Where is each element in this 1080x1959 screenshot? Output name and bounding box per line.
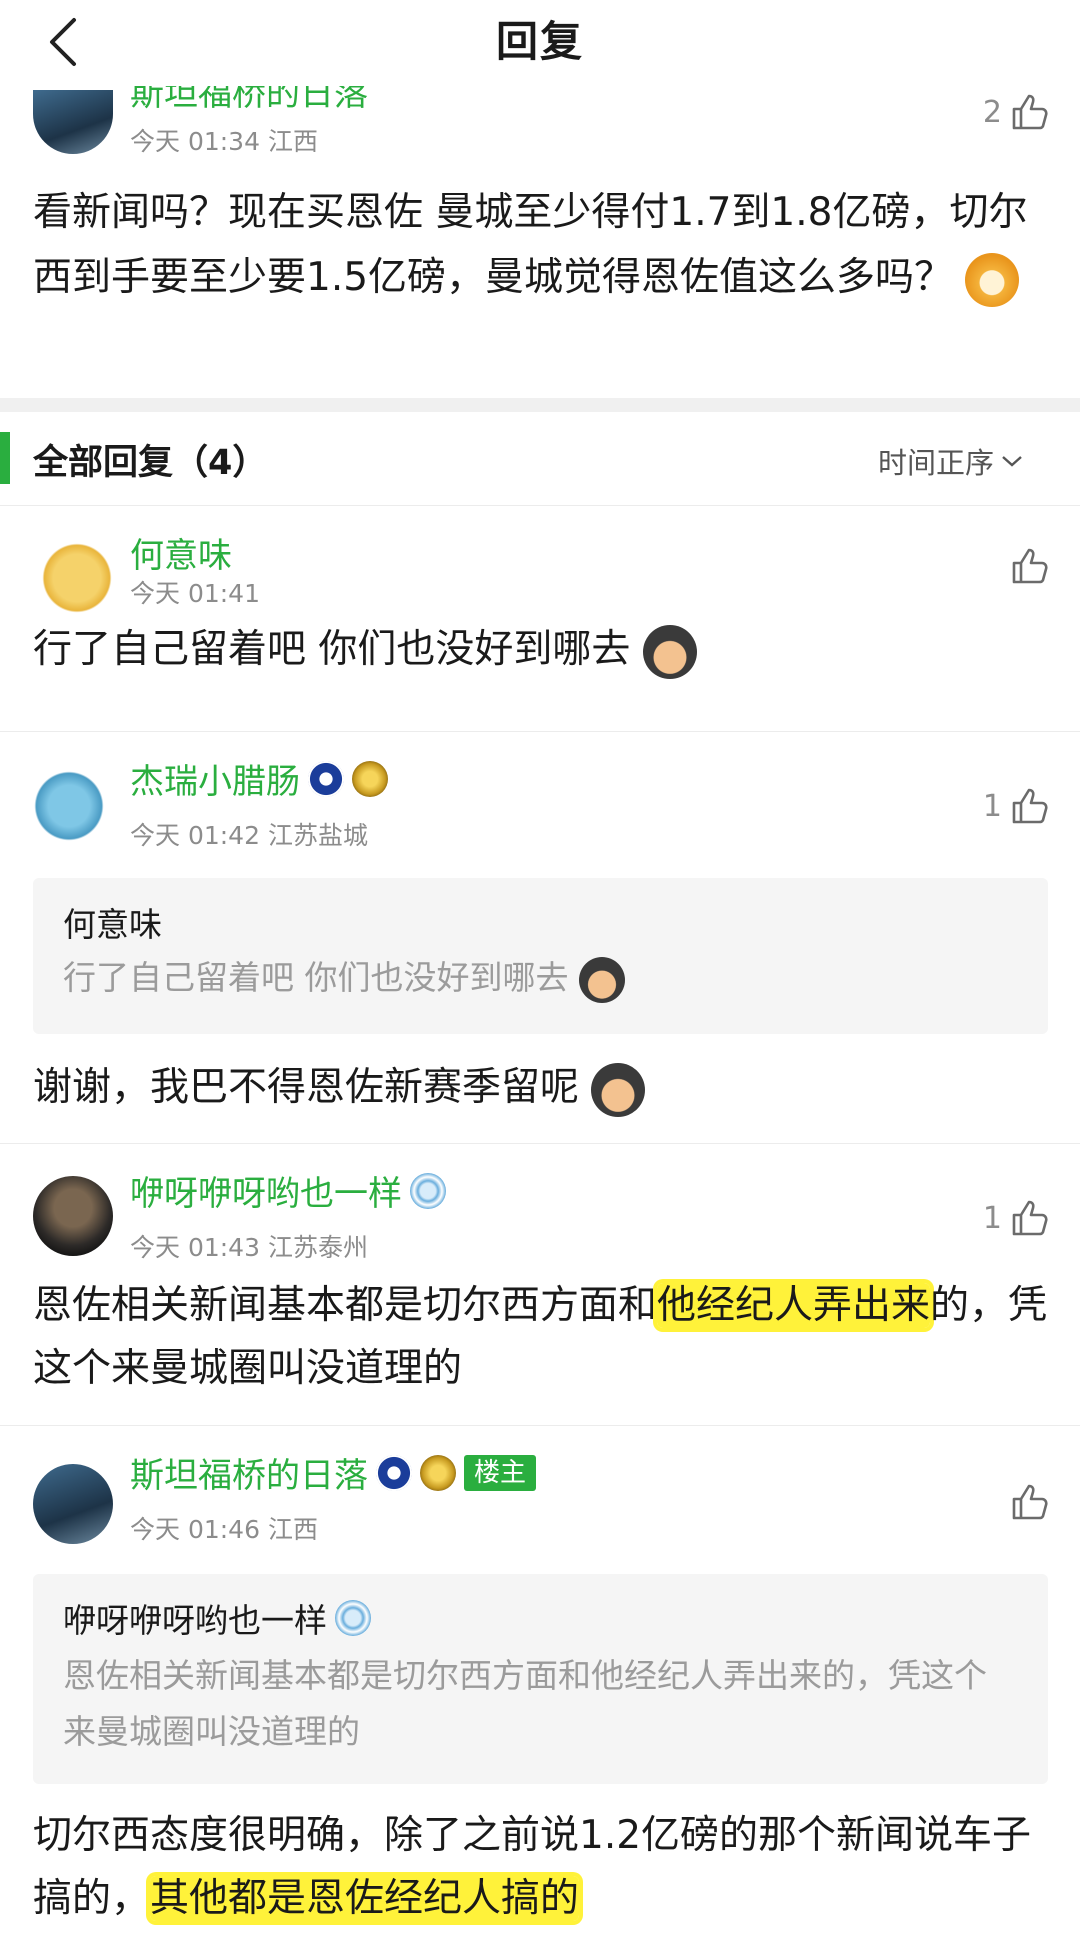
like-count: 1 [982, 1200, 1002, 1236]
username[interactable]: 咿呀咿呀哟也一样 [130, 1166, 446, 1215]
like-button[interactable]: 1 [983, 1198, 1050, 1238]
avatar[interactable] [33, 538, 113, 618]
like-count: 1 [982, 788, 1002, 824]
quote-author: 咿呀咿呀哟也一样 [63, 1594, 371, 1642]
grinning-dog-emoji-icon [965, 252, 1020, 307]
reply-item: 咿呀咿呀哟也一样 今天 01:43 江苏泰州 1 恩佐相关新闻基本都是切尔西方面… [0, 1144, 1080, 1426]
like-button[interactable]: 2 [983, 92, 1050, 132]
reply-body: 切尔西态度很明确，除了之前说1.2亿磅的那个新闻说车子搞的，其他都是恩佐经纪人搞… [33, 1813, 1032, 1921]
reply-meta: 今天 01:42 江苏盐城 [130, 821, 368, 850]
highlighted-text: 其他都是恩佐经纪人搞的 [150, 1876, 580, 1921]
avatar[interactable] [33, 90, 113, 154]
post-body: 看新闻吗？现在买恩佐 曼城至少得付1.7到1.8亿磅，切尔西到手要至少要1.5亿… [33, 180, 1048, 310]
username[interactable]: 斯坦福桥的日落 楼主 [130, 1448, 537, 1497]
sort-dropdown[interactable]: 时间正序 [878, 440, 1024, 482]
thumbs-up-icon [1012, 788, 1048, 824]
like-button[interactable]: 1 [983, 786, 1050, 826]
reply-body: 行了自己留着吧 你们也没好到哪去 [33, 618, 1048, 681]
chelsea-badge-icon [376, 1454, 412, 1491]
thumbs-up-icon [1012, 94, 1048, 130]
highlighted-text: 他经纪人弄出来 [657, 1283, 931, 1328]
sort-label: 时间正序 [877, 446, 994, 480]
replies-count-title: 全部回复（4） [33, 443, 268, 483]
laughing-man-emoji-icon [591, 1062, 646, 1117]
gold-medal-icon [352, 760, 388, 797]
gold-medal-icon [420, 1454, 456, 1491]
op-badge: 楼主 [464, 1454, 537, 1491]
quote-text: 恩佐相关新闻基本都是切尔西方面和他经纪人弄出来的，凭这个来曼城圈叫没道理的 [63, 1656, 987, 1751]
man-city-badge-icon [335, 1600, 371, 1636]
post-meta: 今天 01:34 江西 [130, 127, 318, 156]
replies-header: 全部回复（4） 时间正序 [0, 412, 1080, 506]
reply-meta: 今天 01:46 江西 [130, 1515, 318, 1544]
reply-meta: 今天 01:41 [130, 579, 260, 608]
quote-author: 何意味 [63, 905, 162, 944]
section-accent-bar [0, 432, 10, 484]
reply-item: 斯坦福桥的日落 楼主 今天 01:46 江西 咿呀咿呀哟也一样 恩佐相关新闻基本… [0, 1426, 1080, 1959]
avatar[interactable] [33, 1464, 113, 1544]
avatar[interactable] [33, 766, 113, 846]
reply-meta: 今天 01:43 江苏泰州 [130, 1233, 368, 1262]
thumbs-up-icon [1012, 1484, 1048, 1520]
thumbs-up-icon [1012, 1200, 1048, 1236]
username[interactable]: 杰瑞小腊肠 [130, 754, 388, 803]
reply-body: 恩佐相关新闻基本都是切尔西方面和他经纪人弄出来的，凭这个来曼城圈叫没道理的 [33, 1283, 1048, 1391]
reply-body: 谢谢，我巴不得恩佐新赛季留呢 [33, 1056, 1048, 1119]
divider [0, 398, 1080, 412]
like-count: 2 [982, 94, 1002, 130]
like-button[interactable] [1010, 1482, 1050, 1522]
reply-item: 杰瑞小腊肠 今天 01:42 江苏盐城 1 何意味 行了自己留着吧 你们也没好到… [0, 732, 1080, 1144]
top-bar: 回复 [0, 0, 1080, 86]
quoted-reply[interactable]: 何意味 行了自己留着吧 你们也没好到哪去 [33, 878, 1048, 1034]
chevron-down-icon [1002, 456, 1022, 467]
man-city-badge-icon [410, 1172, 446, 1209]
laughing-man-emoji-icon [579, 956, 625, 1003]
avatar[interactable] [33, 1176, 113, 1256]
original-post: 斯坦福桥的日落 今天 01:34 江西 2 看新闻吗？现在买恩佐 曼城至少得付1… [0, 86, 1080, 398]
like-button[interactable] [1010, 546, 1050, 586]
username[interactable]: 斯坦福桥的日落 [130, 86, 368, 112]
quote-text: 行了自己留着吧 你们也没好到哪去 [63, 950, 1013, 1006]
reply-item: 何意味 今天 01:41 行了自己留着吧 你们也没好到哪去 [0, 506, 1080, 732]
thumbs-up-icon [1012, 548, 1048, 584]
username[interactable]: 何意味 [130, 528, 232, 577]
page-title: 回复 [495, 17, 584, 66]
laughing-man-emoji-icon [642, 624, 697, 679]
quoted-reply[interactable]: 咿呀咿呀哟也一样 恩佐相关新闻基本都是切尔西方面和他经纪人弄出来的，凭这个来曼城… [33, 1574, 1048, 1784]
chelsea-badge-icon [308, 760, 344, 797]
